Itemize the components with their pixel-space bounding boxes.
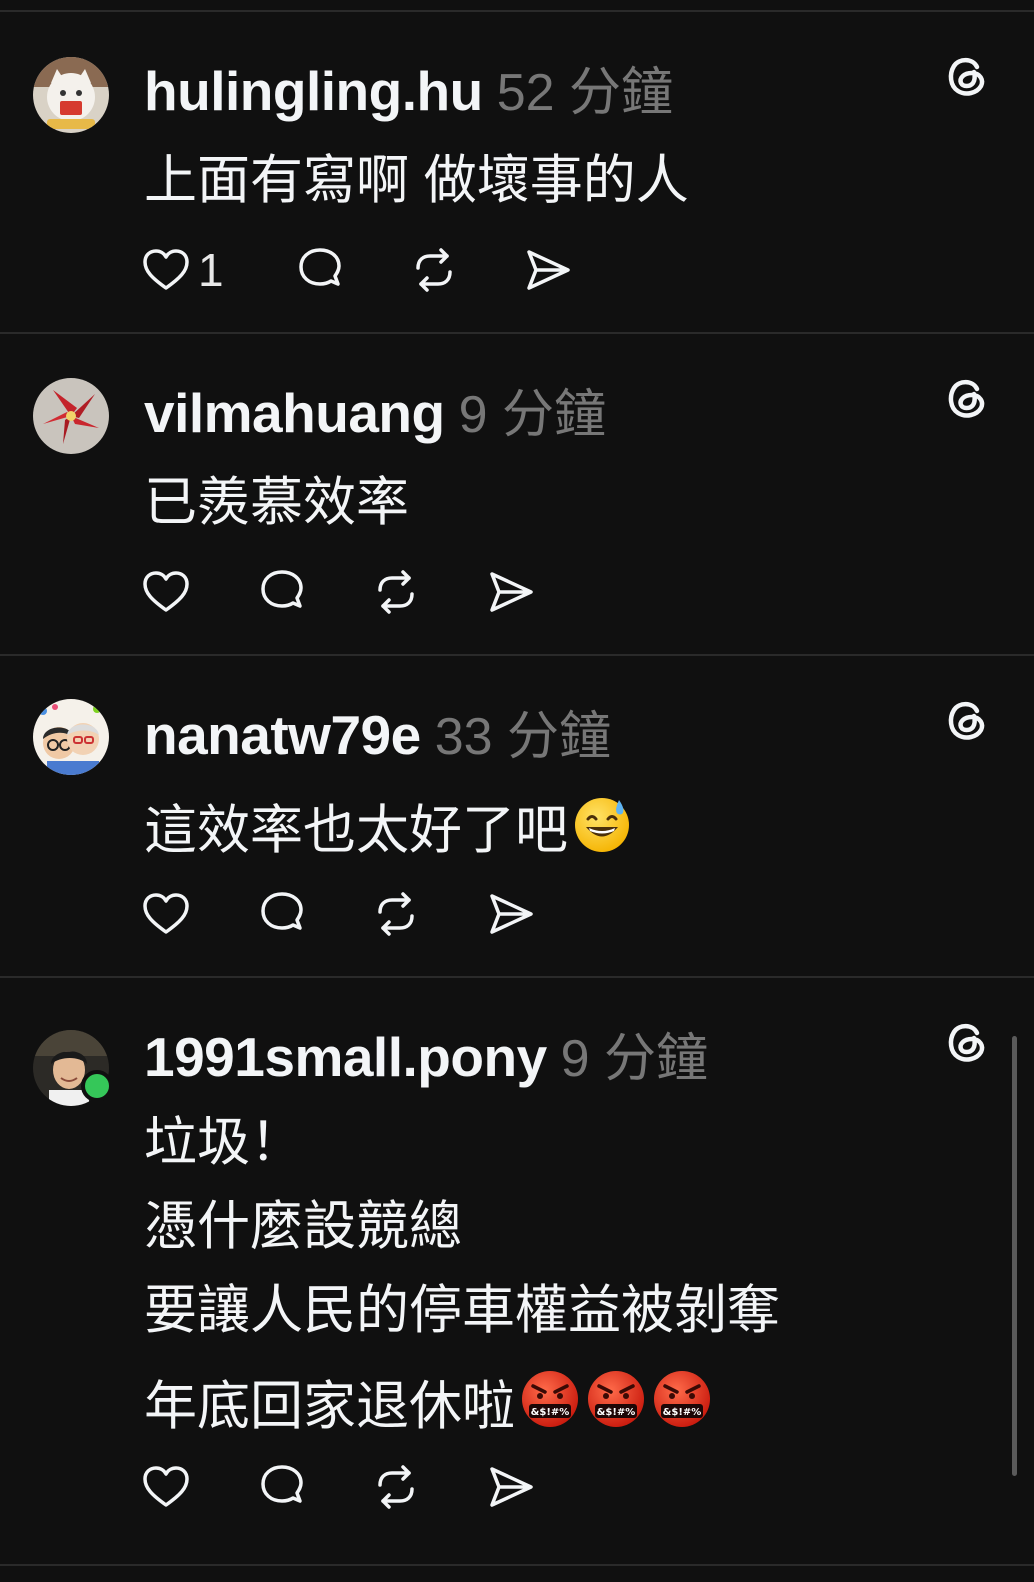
heart-icon [143, 1466, 189, 1507]
heart-icon [143, 571, 189, 612]
comment-bubble-icon [261, 892, 303, 930]
svg-text:&$!#%: &$!#% [663, 1407, 702, 1418]
grinning-sweat-emoji [572, 794, 632, 863]
comment-text: 這效率也太好了吧 [144, 794, 632, 863]
comment-item[interactable]: vilmahuang 9 分鐘 已羨慕效率 [0, 334, 1034, 656]
avatar[interactable] [33, 699, 109, 775]
repost-button[interactable] [372, 567, 420, 617]
threads-logo-icon[interactable] [944, 374, 990, 420]
like-button[interactable] [142, 889, 190, 939]
share-button[interactable] [487, 889, 535, 939]
timestamp: 9 分鐘 [458, 386, 606, 444]
repost-button[interactable] [410, 245, 458, 295]
repost-icon [416, 248, 452, 292]
avatar[interactable] [33, 378, 109, 454]
reply-button[interactable] [258, 1462, 306, 1512]
threads-logo-icon[interactable] [944, 696, 990, 742]
heart-icon [143, 249, 189, 290]
reply-button[interactable] [258, 889, 306, 939]
username[interactable]: nanatw79e [144, 704, 421, 766]
cursing-face-emoji: &$!#% [585, 1368, 647, 1439]
like-count: 1 [198, 244, 224, 296]
like-button[interactable] [142, 1462, 190, 1512]
comment-text-line: 憑什麼設競總 [144, 1197, 462, 1256]
repost-icon [378, 570, 414, 614]
comment-header: nanatw79e 33 分鐘 [144, 708, 612, 766]
comment-text-content: 這效率也太好了吧 [144, 801, 568, 860]
comment-text: 上面有寫啊 做壞事的人 [144, 151, 689, 210]
username[interactable]: hulingling.hu [144, 60, 483, 122]
comment-text-content: 年底回家退休啦 [144, 1377, 515, 1436]
comment-bubble-icon [299, 248, 341, 286]
like-button[interactable] [142, 567, 190, 617]
username[interactable]: 1991small.pony [144, 1026, 547, 1088]
threads-logo-icon[interactable] [944, 52, 990, 98]
send-icon [490, 1467, 533, 1507]
svg-text:&$!#%: &$!#% [531, 1407, 570, 1418]
reply-button[interactable] [296, 245, 344, 295]
svg-text:&$!#%: &$!#% [597, 1407, 636, 1418]
comment-text-line: 垃圾！ [144, 1113, 303, 1172]
comment-header: hulingling.hu 52 分鐘 [144, 64, 673, 122]
timestamp: 33 分鐘 [434, 708, 612, 766]
send-icon [490, 572, 533, 612]
reply-button[interactable] [258, 567, 306, 617]
comment-item[interactable]: nanatw79e 33 分鐘 這效率也太好了吧 [0, 656, 1034, 978]
send-icon [527, 250, 570, 290]
avatar[interactable] [33, 57, 109, 133]
comment-item[interactable]: 1991small.pony 9 分鐘 垃圾！ 憑什麼設競總 要讓人民的停車權益被… [0, 978, 1034, 1566]
online-status-indicator [81, 1070, 113, 1102]
cursing-face-emoji: &$!#% [519, 1368, 581, 1439]
share-button[interactable] [487, 567, 535, 617]
share-button[interactable] [487, 1462, 535, 1512]
comment-text-line: 要讓人民的停車權益被剝奪 [144, 1281, 780, 1340]
heart-icon [143, 893, 189, 934]
threads-logo-icon[interactable] [944, 1018, 990, 1064]
comment-header: 1991small.pony 9 分鐘 [144, 1030, 709, 1088]
repost-icon [378, 1465, 414, 1509]
comment-feed: hulingling.hu 52 分鐘 上面有寫啊 做壞事的人 1 vilmah… [0, 0, 1034, 1582]
like-button[interactable]: 1 [142, 245, 224, 295]
repost-button[interactable] [372, 1462, 420, 1512]
cursing-face-emoji: &$!#% [651, 1368, 713, 1439]
comment-header: vilmahuang 9 分鐘 [144, 386, 606, 444]
comment-text: 已羨慕效率 [144, 473, 409, 532]
username[interactable]: vilmahuang [144, 382, 445, 444]
comment-bubble-icon [261, 1465, 303, 1503]
timestamp: 9 分鐘 [560, 1030, 709, 1088]
repost-button[interactable] [372, 889, 420, 939]
comment-item[interactable]: hulingling.hu 52 分鐘 上面有寫啊 做壞事的人 1 [0, 12, 1034, 334]
repost-icon [378, 892, 414, 936]
timestamp: 52 分鐘 [496, 64, 673, 122]
send-icon [490, 894, 533, 934]
comment-bubble-icon [261, 570, 303, 608]
scrollbar[interactable] [1012, 1036, 1017, 1476]
comment-text-line: 年底回家退休啦 &$!#% &$!#% &$!#% [144, 1368, 713, 1439]
share-button[interactable] [524, 245, 572, 295]
